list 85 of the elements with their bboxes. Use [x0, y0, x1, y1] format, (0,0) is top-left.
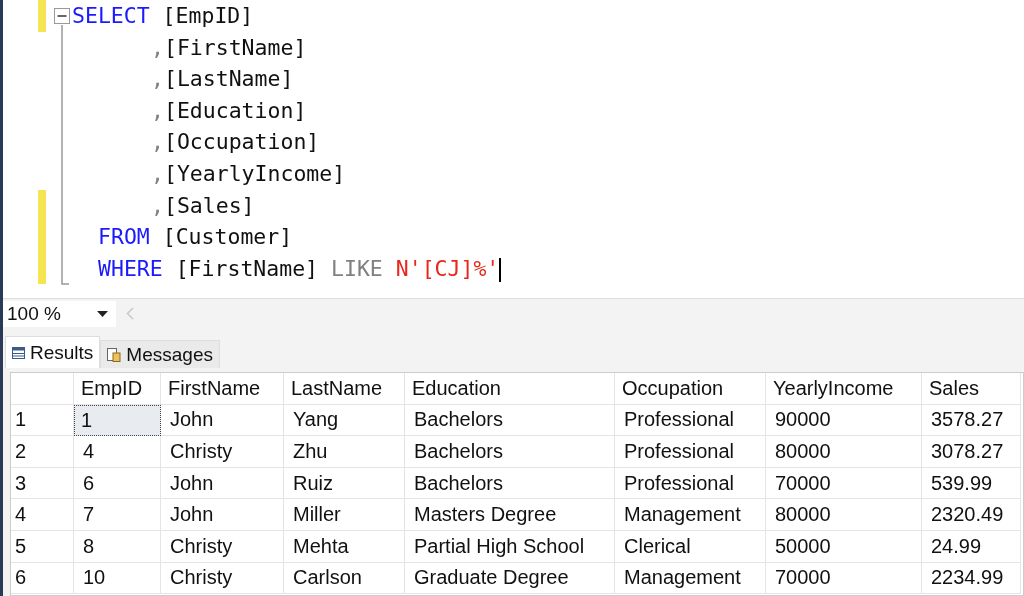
- zoom-dropdown[interactable]: 100 %: [3, 300, 116, 327]
- column-header[interactable]: LastName: [284, 373, 405, 405]
- code-text: [FirstName]: [163, 34, 307, 60]
- sql-keyword: FROM: [98, 224, 150, 250]
- code-text: [LastName]: [163, 66, 294, 92]
- column-header[interactable]: FirstName: [161, 373, 284, 405]
- column-header[interactable]: EmpID: [74, 373, 161, 405]
- sql-operator: ,: [151, 34, 164, 60]
- table-cell: 539.99: [922, 467, 1021, 500]
- table-cell: 3078.27: [922, 436, 1021, 468]
- column-header[interactable]: Education: [405, 373, 615, 405]
- column-header[interactable]: YearlyIncome: [766, 373, 922, 405]
- table-cell: 7: [74, 499, 161, 531]
- table-cell: John: [161, 499, 284, 531]
- collapse-icon[interactable]: [54, 8, 70, 24]
- table-cell: Management: [615, 499, 766, 531]
- table-cell: Bachelors: [405, 467, 615, 500]
- sql-keyword: WHERE: [98, 255, 163, 281]
- table-cell: Clerical: [615, 530, 766, 563]
- results-tab[interactable]: Results: [5, 336, 101, 368]
- column-header[interactable]: Occupation: [615, 373, 766, 405]
- table-cell: Professional: [615, 467, 766, 500]
- row-number: 4: [11, 499, 74, 531]
- table-cell: Masters Degree: [405, 499, 615, 531]
- scroll-left-icon[interactable]: [126, 307, 134, 320]
- table-cell: Professional: [615, 436, 766, 468]
- sql-operator: ,: [151, 192, 164, 218]
- table-cell: Bachelors: [405, 436, 615, 468]
- table-cell: 3578.27: [922, 404, 1021, 437]
- sql-operator: LIKE: [331, 255, 383, 281]
- document-icon: [107, 347, 122, 362]
- table-cell: 1: [74, 404, 161, 437]
- row-number: 3: [11, 467, 74, 500]
- row-number: 2: [11, 436, 74, 468]
- table-cell: Christy: [161, 530, 284, 563]
- table-cell: Christy: [161, 562, 284, 595]
- grid-icon: [12, 346, 25, 359]
- code-editor[interactable]: SELECT [EmpID] ,[FirstName] ,[LastName] ,[Education] ,[Occupation] ,[YearlyIncome] ,[Sales] FROM [Customer] WHERE [FirstName] LIKE N'[CJ]%': [3, 0, 1024, 298]
- table-cell: Carlson: [284, 562, 405, 595]
- text-cursor: [499, 257, 501, 282]
- table-cell: 50000: [766, 530, 922, 563]
- sql-operator: ,: [151, 66, 164, 92]
- row-number: 6: [11, 562, 74, 595]
- table-cell: 80000: [766, 499, 922, 531]
- table-cell: 90000: [766, 404, 922, 437]
- table-cell: 24.99: [922, 530, 1021, 563]
- code-text: [YearlyIncome]: [163, 160, 346, 186]
- table-cell: Christy: [161, 436, 284, 468]
- table-cell: Ruiz: [284, 467, 405, 500]
- table-cell: Miller: [284, 499, 405, 531]
- sql-operator: ,: [151, 97, 164, 123]
- table-cell: 6: [74, 467, 161, 500]
- messages-tab[interactable]: Messages: [100, 340, 220, 368]
- table-cell: John: [161, 467, 284, 500]
- column-header[interactable]: Sales: [922, 373, 1021, 405]
- table-cell: 70000: [766, 467, 922, 500]
- code-text: [EmpID]: [161, 3, 254, 28]
- code-text: [Customer]: [161, 224, 293, 250]
- code-text: [Occupation]: [163, 129, 320, 155]
- table-cell: 10: [74, 562, 161, 595]
- table-cell: 8: [74, 530, 161, 563]
- table-cell: Management: [615, 562, 766, 595]
- table-cell: Yang: [284, 404, 405, 437]
- table-cell: 70000: [766, 562, 922, 595]
- sql-keyword: SELECT: [72, 3, 150, 28]
- table-cell: Mehta: [284, 530, 405, 563]
- table-cell: 2320.49: [922, 499, 1021, 531]
- row-number: 5: [11, 530, 74, 563]
- sql-operator: ,: [151, 129, 164, 155]
- code-text: [Sales]: [163, 192, 255, 218]
- table-cell: 4: [74, 436, 161, 468]
- table-cell: Zhu: [284, 436, 405, 468]
- table-cell: John: [161, 404, 284, 437]
- table-cell: 2234.99: [922, 562, 1021, 595]
- table-cell: 80000: [766, 436, 922, 468]
- code-text: [FirstName]: [174, 255, 320, 281]
- caret-icon: [97, 310, 108, 317]
- code-text: [Education]: [163, 97, 307, 123]
- string-literal: N'[CJ]%': [394, 255, 500, 281]
- table-cell: Professional: [615, 404, 766, 437]
- table-cell: Bachelors: [405, 404, 615, 437]
- corner-header[interactable]: [11, 373, 74, 405]
- table-cell: Partial High School: [405, 530, 615, 563]
- sql-operator: ,: [151, 160, 164, 186]
- table-cell: Graduate Degree: [405, 562, 615, 595]
